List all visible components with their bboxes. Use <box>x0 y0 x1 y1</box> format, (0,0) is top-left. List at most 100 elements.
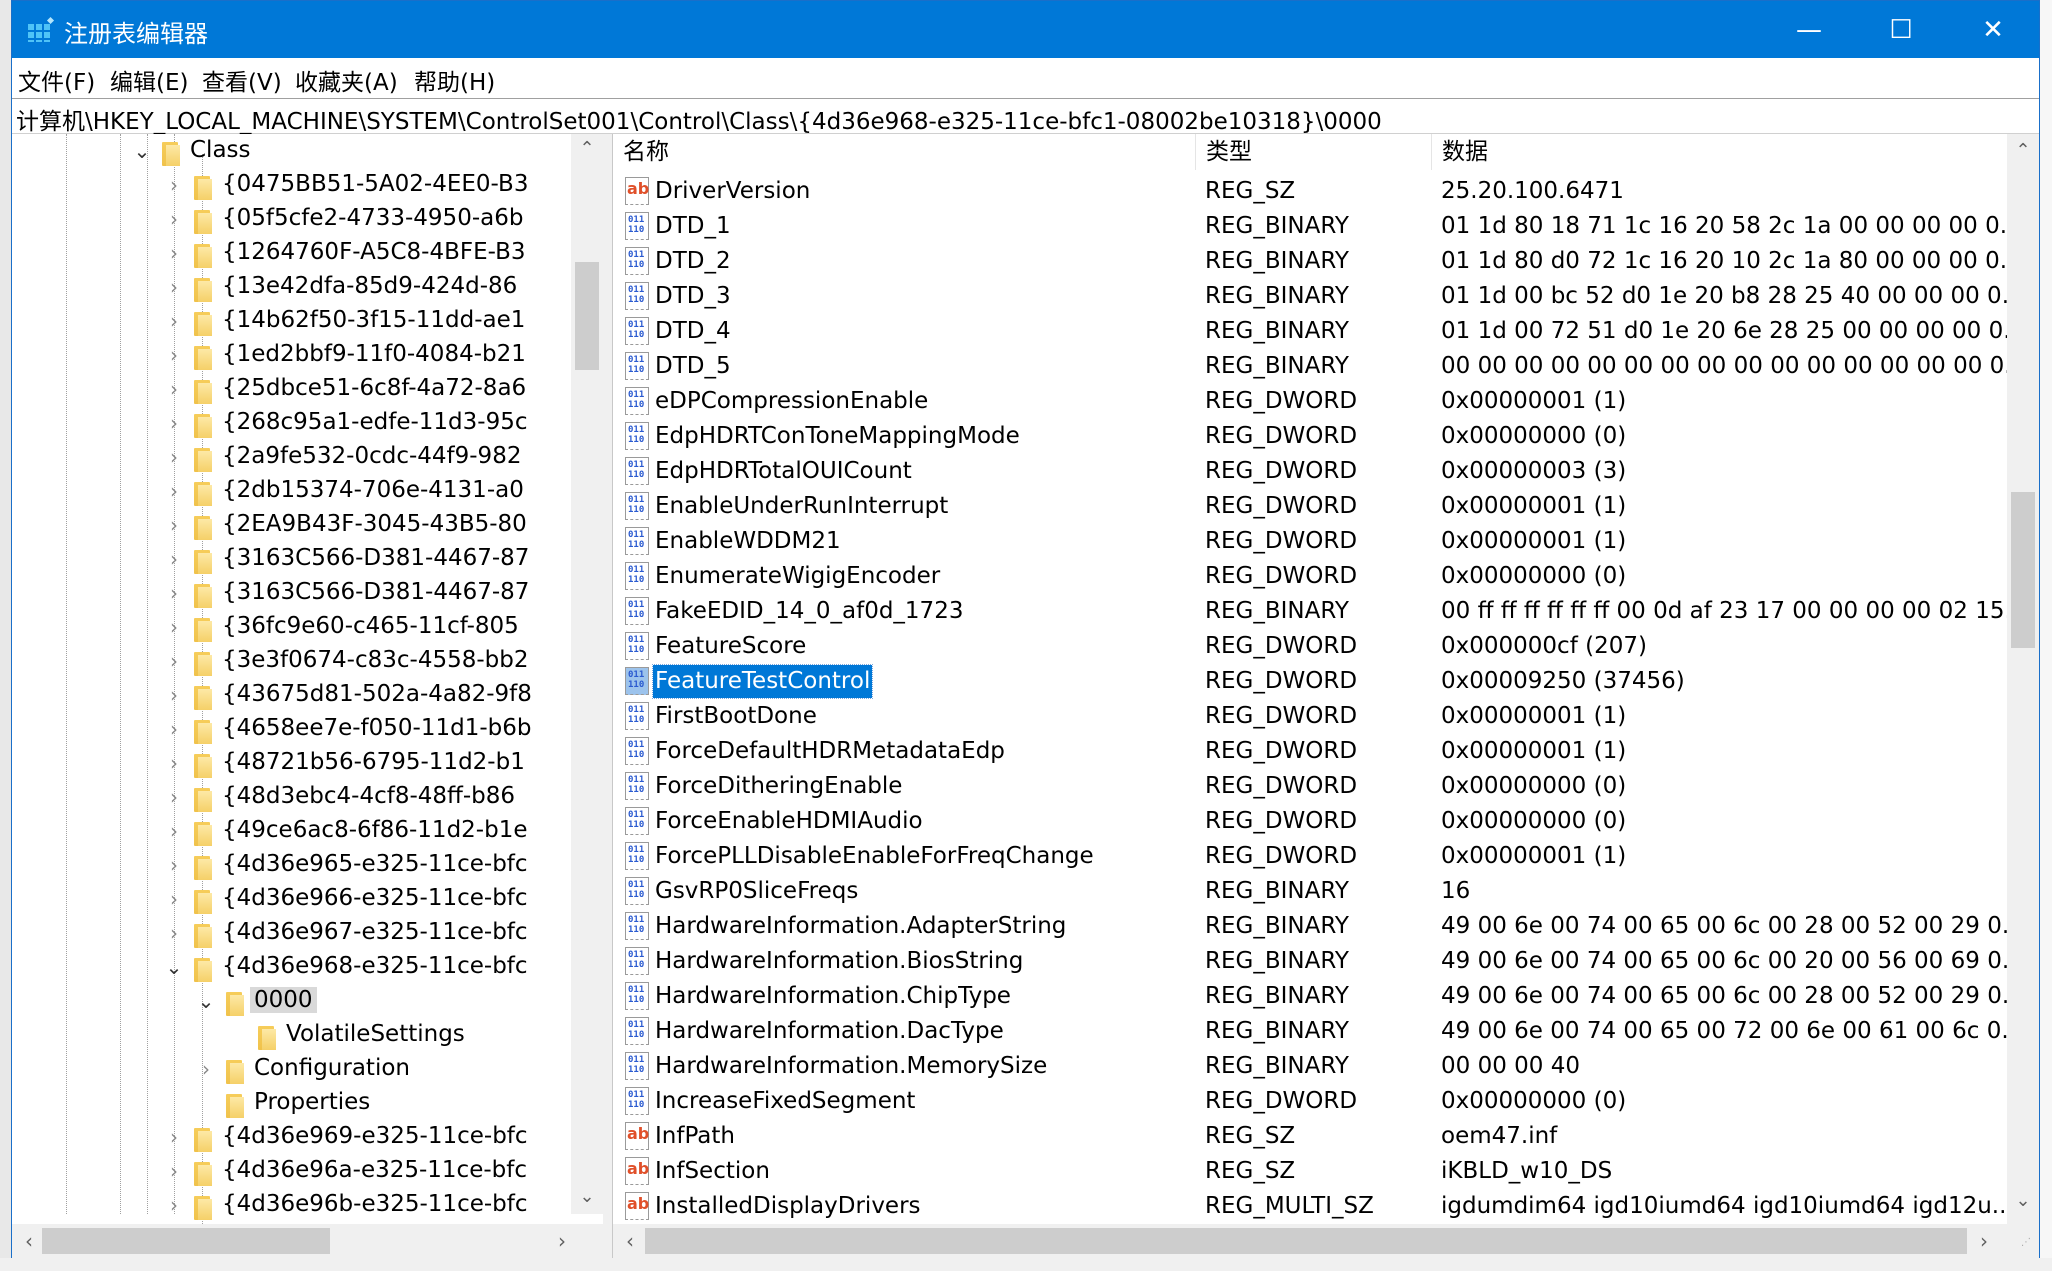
list-scroll-up-icon[interactable]: ⌃ <box>2007 136 2039 166</box>
tree-item[interactable]: › Configuration <box>12 1054 572 1088</box>
tree-scroll-down-icon[interactable]: ⌄ <box>571 1182 603 1212</box>
tree-item[interactable]: › {48d3ebc4-4cf8-48ff-b86 <box>12 782 572 816</box>
value-row[interactable]: 011 110 HardwareInformation.BiosString REG… <box>613 945 2024 980</box>
chevron-right-icon[interactable]: › <box>164 479 184 505</box>
value-row[interactable]: 011 110 FakeEDID_14_0_af0d_1723 REG_BINARY… <box>613 595 2026 630</box>
value-row[interactable]: 011 110 ForcePLLDisableEnableForFreqChang… <box>613 840 2003 875</box>
menu-view[interactable]: 查看(V) <box>202 63 282 97</box>
chevron-right-icon[interactable]: › <box>164 411 184 437</box>
value-row[interactable]: 011 110 HardwareInformation.ChipType REG_B… <box>613 980 2024 1015</box>
tree-item[interactable]: › {48721b56-6795-11d2-b1 <box>12 748 572 782</box>
column-header-name[interactable]: 名称 <box>613 134 1193 170</box>
list-scroll-right-icon[interactable]: › <box>1969 1224 1999 1258</box>
chevron-right-icon[interactable]: › <box>164 547 184 573</box>
tree-item[interactable]: › {4d36e96b-e325-11ce-bfc <box>12 1190 572 1224</box>
chevron-right-icon[interactable]: › <box>164 785 184 811</box>
chevron-right-icon[interactable]: › <box>164 377 184 403</box>
value-row[interactable]: 011 110 FeatureScore REG_DWORD 0x000000cf (… <box>613 630 2003 665</box>
chevron-right-icon[interactable]: › <box>164 751 184 777</box>
chevron-right-icon[interactable]: › <box>164 173 184 199</box>
value-row[interactable]: 011 110 eDPCompressionEnable REG_DWORD 0x00… <box>613 385 2003 420</box>
chevron-right-icon[interactable]: › <box>164 683 184 709</box>
menu-help[interactable]: 帮助(H) <box>414 63 495 97</box>
value-row[interactable]: 011 110 ForceDitheringEnable REG_DWORD 0x00… <box>613 770 2003 805</box>
value-row[interactable]: 011 110 DTD_3 REG_BINARY 01 1d 00 bc 52 d0 … <box>613 280 2024 315</box>
value-row[interactable]: 011 110 DTD_4 REG_BINARY 01 1d 00 72 51 d0 … <box>613 315 2025 350</box>
resize-grip-icon[interactable]: ⋰ <box>2021 1238 2037 1256</box>
chevron-right-icon[interactable]: › <box>164 241 184 267</box>
chevron-right-icon[interactable]: › <box>164 615 184 641</box>
close-button[interactable]: ✕ <box>1947 1 2039 58</box>
chevron-right-icon[interactable]: › <box>164 581 184 607</box>
tree-item[interactable]: › {1264760F-A5C8-4BFE-B3 <box>12 238 572 272</box>
list-scroll-thumb[interactable] <box>2011 492 2035 648</box>
tree-item[interactable]: › {4d36e967-e325-11ce-bfc <box>12 918 572 952</box>
list-scroll-down-icon[interactable]: ⌄ <box>2007 1186 2039 1216</box>
chevron-right-icon[interactable]: › <box>164 887 184 913</box>
tree-item[interactable]: › {4d36e966-e325-11ce-bfc <box>12 884 572 918</box>
chevron-right-icon[interactable]: › <box>164 1159 184 1185</box>
chevron-right-icon[interactable]: › <box>164 717 184 743</box>
tree-horizontal-scrollbar[interactable]: ‹ › <box>12 1224 603 1258</box>
tree-item[interactable]: › {13e42dfa-85d9-424d-86 <box>12 272 572 306</box>
menu-favorites[interactable]: 收藏夹(A) <box>295 63 398 97</box>
chevron-right-icon[interactable]: › <box>164 819 184 845</box>
tree-scroll-up-icon[interactable]: ⌃ <box>571 134 603 164</box>
tree-item[interactable]: › {4d36e969-e325-11ce-bfc <box>12 1122 572 1156</box>
menu-edit[interactable]: 编辑(E) <box>110 63 188 97</box>
list-hscroll-thumb[interactable] <box>645 1228 1967 1254</box>
tree-item[interactable]: › {4d36e965-e325-11ce-bfc <box>12 850 572 884</box>
tree-item[interactable]: › {2EA9B43F-3045-43B5-80 <box>12 510 572 544</box>
value-row[interactable]: ab DriverVersion REG_SZ 25.20.100.6471 <box>613 175 2003 210</box>
chevron-right-icon[interactable]: › <box>164 309 184 335</box>
value-row[interactable]: 011 110 EnableWDDM21 REG_DWORD 0x00000001 (… <box>613 525 2003 560</box>
tree-item[interactable]: VolatileSettings <box>12 1020 572 1054</box>
chevron-down-icon[interactable]: ⌄ <box>164 955 184 981</box>
chevron-down-icon[interactable]: ⌄ <box>132 139 152 165</box>
tree-item[interactable]: › {05f5cfe2-4733-4950-a6b <box>12 204 572 238</box>
chevron-right-icon[interactable]: › <box>196 1057 216 1083</box>
tree-item[interactable]: › {3e3f0674-c83c-4558-bb2 <box>12 646 572 680</box>
chevron-right-icon[interactable]: › <box>164 921 184 947</box>
value-row[interactable]: ab InfPath REG_SZ oem47.inf <box>613 1120 2003 1155</box>
chevron-right-icon[interactable]: › <box>164 1193 184 1219</box>
tree-item[interactable]: › {1ed2bbf9-11f0-4084-b21 <box>12 340 572 374</box>
tree-item[interactable]: › {4658ee7e-f050-11d1-b6b <box>12 714 572 748</box>
value-row[interactable]: 011 110 HardwareInformation.MemorySize REG… <box>613 1050 2003 1085</box>
tree-item[interactable]: › {49ce6ac8-6f86-11d2-b1e <box>12 816 572 850</box>
column-header-type[interactable]: 类型 <box>1195 134 1431 170</box>
list-horizontal-scrollbar[interactable]: ‹ › ⋰ <box>613 1224 2039 1258</box>
pane-splitter[interactable] <box>603 134 613 1258</box>
tree-item[interactable]: ⌄ {4d36e968-e325-11ce-bfc <box>12 952 572 986</box>
tree-scroll-thumb[interactable] <box>575 262 599 370</box>
chevron-right-icon[interactable]: › <box>164 853 184 879</box>
value-row[interactable]: 011 110 ForceDefaultHDRMetadataEdp REG_DWO… <box>613 735 2003 770</box>
chevron-right-icon[interactable]: › <box>164 1125 184 1151</box>
value-row[interactable]: 011 110 DTD_1 REG_BINARY 01 1d 80 18 71 1c … <box>613 210 2022 245</box>
column-header-data[interactable]: 数据 <box>1431 134 2001 170</box>
value-row[interactable]: ab InfSection REG_SZ iKBLD_w10_DS <box>613 1155 2003 1190</box>
value-row[interactable]: 011 110 DTD_2 REG_BINARY 01 1d 80 d0 72 1c … <box>613 245 2022 280</box>
tree-item[interactable]: › {14b62f50-3f15-11dd-ae1 <box>12 306 572 340</box>
tree-item[interactable]: › {0475BB51-5A02-4EE0-B3 <box>12 170 572 204</box>
value-row[interactable]: ab InstalledDisplayDrivers REG_MULTI_SZ igd… <box>613 1190 2014 1225</box>
tree-item[interactable]: › {4d36e96a-e325-11ce-bfc <box>12 1156 572 1190</box>
chevron-down-icon[interactable]: ⌄ <box>196 989 216 1015</box>
value-row[interactable]: 011 110 EdpHDRTotalOUICount REG_DWORD 0x000… <box>613 455 2003 490</box>
tree-vertical-scrollbar[interactable]: ⌃ ⌄ <box>571 134 603 1214</box>
list-scroll-left-icon[interactable]: ‹ <box>615 1224 645 1258</box>
tree-item[interactable]: ⌄ 0000 <box>12 986 572 1020</box>
tree-item[interactable]: › {43675d81-502a-4a82-9f8 <box>12 680 572 714</box>
list-vertical-scrollbar[interactable]: ⌃ ⌄ <box>2007 134 2039 1224</box>
value-row[interactable]: 011 110 EdpHDRTConToneMappingMode REG_DWOR… <box>613 420 2003 455</box>
value-row[interactable]: 011 110 GsvRP0SliceFreqs REG_BINARY 16 <box>613 875 2003 910</box>
value-row[interactable]: 011 110 FirstBootDone REG_DWORD 0x00000001 … <box>613 700 2003 735</box>
chevron-right-icon[interactable]: › <box>164 649 184 675</box>
value-row[interactable]: 011 110 EnableUnderRunInterrupt REG_DWORD 0… <box>613 490 2003 525</box>
chevron-right-icon[interactable]: › <box>164 343 184 369</box>
minimize-button[interactable]: — <box>1763 1 1855 58</box>
address-path[interactable]: 计算机\HKEY_LOCAL_MACHINE\SYSTEM\ControlSet… <box>16 102 1382 136</box>
chevron-right-icon[interactable]: › <box>164 275 184 301</box>
tree-hscroll-thumb[interactable] <box>42 1228 330 1254</box>
tree-item[interactable]: › {268c95a1-edfe-11d3-95c <box>12 408 572 442</box>
